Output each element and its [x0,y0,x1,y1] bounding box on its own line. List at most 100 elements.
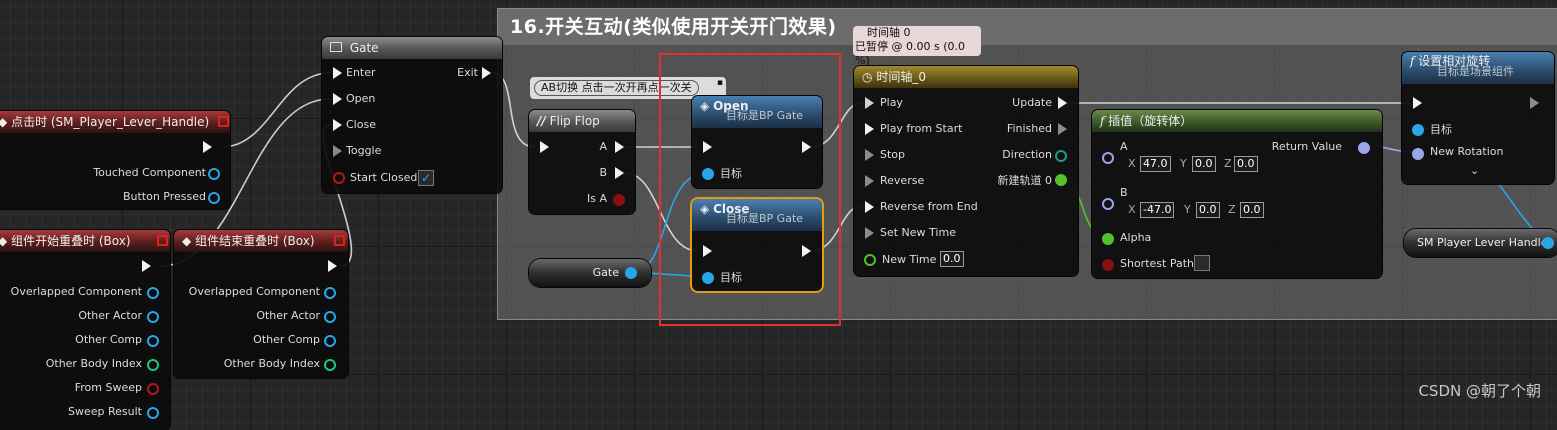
b-pin[interactable] [1102,198,1114,210]
click-exec-out[interactable] [203,141,212,153]
shortest-path-checkbox[interactable] [1194,255,1210,271]
a-y-input[interactable]: 0.0 [1192,156,1216,172]
reverse-pin[interactable] [865,175,874,187]
delegate-pin[interactable] [157,235,168,246]
pin-label: Other Actor [256,309,320,322]
finished-pin[interactable] [1058,123,1067,135]
gate-variable-pin[interactable] [625,267,637,279]
pin-label: Toggle [346,144,382,157]
pin-label: Reverse from End [880,200,978,213]
exit-exec-pin[interactable] [482,67,491,79]
reverse-from-end-pin[interactable] [865,201,874,213]
click-event-node[interactable]: ◆ 点击时 (SM_Player_Lever_Handle) Touched C… [0,111,230,209]
other-body-index-pin[interactable] [147,359,159,371]
wire-click-to-gate [221,72,331,148]
set-relative-rotation-node[interactable]: f 设置相对旋转 目标是场景组件 目标 New Rotation ⌄ [1402,52,1554,184]
return-value-pin[interactable] [1358,142,1370,154]
new-time-input[interactable]: 0.0 [940,251,964,267]
open-exec-pin[interactable] [333,93,342,105]
timeline-status-bubble: 时间轴 0 已暂停 @ 0.00 s (0.0 %) [853,26,981,67]
b-z-input[interactable]: 0.0 [1240,202,1264,218]
axis-label: Y [1180,157,1187,170]
delegate-pin[interactable] [218,116,229,127]
new-time-pin[interactable] [864,254,876,266]
pin-label: B [599,166,607,179]
enter-exec-pin[interactable] [333,67,342,79]
other-comp-pin[interactable] [324,335,336,347]
flipflop-exec-in[interactable] [540,141,549,153]
timeline-status-line2: 已暂停 @ 0.00 s (0.0 %) [855,40,965,67]
a-x-input[interactable]: 47.0 [1140,156,1171,172]
end-exec-out[interactable] [328,260,337,272]
axis-label: Y [1184,203,1191,216]
event-diamond-icon: ◆ [0,115,8,129]
gate-node[interactable]: Gate Enter Exit Open Close Toggle Start … [322,37,502,193]
watermark: CSDN @朝了个朝 [1418,382,1541,400]
begin-exec-out[interactable] [142,260,151,272]
pin-label: 目标 [1430,123,1452,136]
lever-handle-variable-node[interactable]: SM Player Lever Handle [1404,229,1557,257]
play-from-start-pin[interactable] [865,123,874,135]
gate-icon [330,42,342,52]
pin-label: Stop [880,148,906,161]
stop-pin[interactable] [865,149,874,161]
flipflop-a-pin[interactable] [615,141,624,153]
new-track-pin[interactable] [1055,174,1067,186]
pin-label: Direction [1002,148,1052,161]
setrot-exec-in[interactable] [1413,97,1422,109]
touched-component-pin[interactable] [208,168,220,180]
direction-pin[interactable] [1055,150,1067,162]
begin-overlap-node[interactable]: ◆ 组件开始重叠时 (Box) Overlapped Component Oth… [0,230,170,430]
play-pin[interactable] [865,97,874,109]
a-z-input[interactable]: 0.0 [1234,156,1258,172]
button-pressed-pin[interactable] [208,192,220,204]
from-sweep-pin[interactable] [147,383,159,395]
overlapped-component-pin[interactable] [147,287,159,299]
pin-label: Is A [587,192,607,205]
pin-label: New Rotation [1430,145,1504,158]
new-rotation-pin[interactable] [1412,148,1424,160]
other-comp-pin[interactable] [147,335,159,347]
pin-label: Set New Time [880,226,956,239]
shortest-path-pin[interactable] [1102,259,1114,271]
delegate-pin[interactable] [334,235,345,246]
start-closed-pin[interactable] [333,172,345,184]
flipflop-node[interactable]: // Flip Flop A B Is A [529,110,635,214]
other-actor-pin[interactable] [147,311,159,323]
pin-label: Update [1012,96,1052,109]
flipflop-b-pin[interactable] [615,167,624,179]
expand-chevron-icon[interactable]: ⌄ [1470,164,1479,177]
pin-label: Finished [1006,122,1052,135]
pin-label: Return Value [1271,140,1342,153]
b-y-input[interactable]: 0.0 [1196,202,1220,218]
toggle-exec-pin[interactable] [333,145,342,157]
sweep-result-pin[interactable] [147,407,159,419]
pin-label: Start Closed [350,171,418,184]
overlapped-component-pin[interactable] [324,287,336,299]
other-actor-pin[interactable] [324,311,336,323]
alpha-pin[interactable] [1102,233,1114,245]
pin-label: Other Body Index [45,357,142,370]
end-overlap-node[interactable]: ◆ 组件结束重叠时 (Box) Overlapped Component Oth… [174,230,348,378]
pin-label: Reverse [880,174,925,187]
pin-label: Sweep Result [68,405,142,418]
close-exec-pin[interactable] [333,119,342,131]
set-new-time-pin[interactable] [865,227,874,239]
update-pin[interactable] [1058,97,1067,109]
pin-label: New Time [882,253,937,266]
b-x-input[interactable]: -47.0 [1140,202,1175,218]
start-closed-checkbox[interactable]: ✓ [418,170,434,186]
other-body-index-pin[interactable] [324,359,336,371]
lever-handle-pin[interactable] [1542,237,1554,249]
flipflop-icon: // [537,114,546,128]
gate-variable-node[interactable]: Gate [529,259,651,287]
axis-label: X [1128,203,1136,216]
lerp-rotator-node[interactable]: f 插值（旋转体） A X 47.0 Y 0.0 Z 0.0 Return Va… [1092,110,1382,278]
timeline-node[interactable]: ◷ 时间轴_0 Play Update Play from Start Fini… [854,66,1078,276]
flipflop-title: Flip Flop [549,114,600,128]
is-a-pin[interactable] [613,194,625,206]
comment-title[interactable]: 16.开关互动(类似使用开关开门效果) [498,9,1557,45]
a-pin[interactable] [1102,152,1114,164]
setrot-target-pin[interactable] [1412,124,1424,136]
pin-label: 新建轨道 0 [997,174,1053,187]
